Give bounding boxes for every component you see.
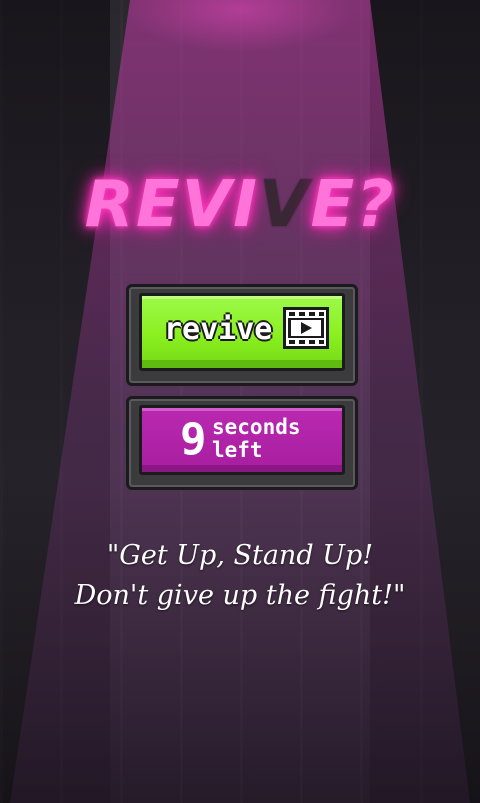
quote-line-2: Don't give up the fight!" <box>74 580 406 611</box>
revive-button[interactable]: revive <box>139 293 345 371</box>
revive-button-frame: revive <box>126 284 358 386</box>
countdown-label-line1: seconds <box>212 415 301 439</box>
countdown-button[interactable]: 9 seconds left <box>139 405 345 475</box>
quote-line-1: "Get Up, Stand Up! <box>106 540 374 571</box>
countdown-frame: 9 seconds left <box>126 396 358 490</box>
revive-title: REVIVE? <box>0 168 480 242</box>
film-play-icon <box>283 307 329 349</box>
title-part-lit-end: E? <box>310 168 396 242</box>
title-part-lit: REVI <box>84 168 259 242</box>
countdown-label: seconds left <box>212 416 301 462</box>
revive-button-label: revive <box>164 312 273 347</box>
countdown-seconds: 9 <box>180 414 207 465</box>
title-part-unlit: V <box>258 168 311 242</box>
countdown-label-line2: left <box>212 438 263 462</box>
motivational-quote: "Get Up, Stand Up! Don't give up the fig… <box>0 536 480 616</box>
